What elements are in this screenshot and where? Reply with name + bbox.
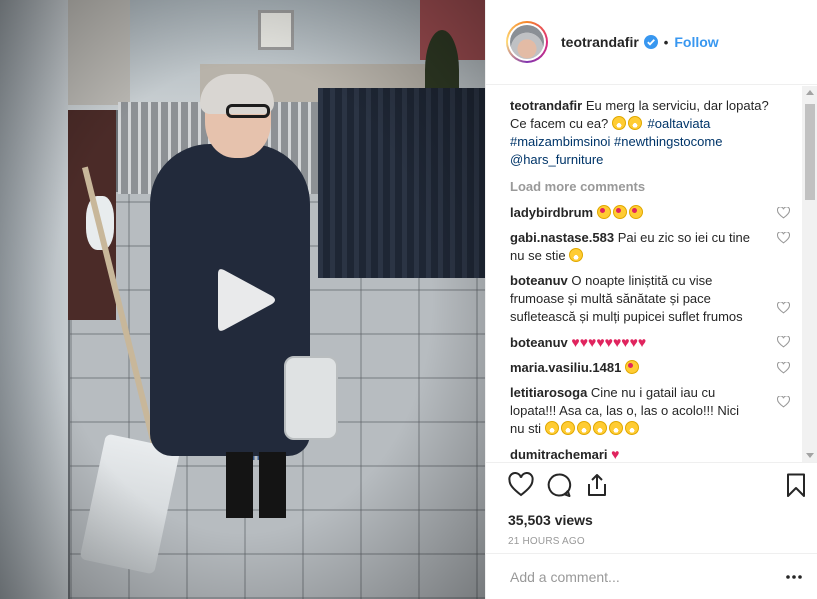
post-header: teotrandafir • Follow bbox=[486, 0, 817, 85]
laughing-emoji-icon bbox=[560, 421, 575, 435]
red-heart-emoji-icon: ♥ bbox=[611, 446, 620, 462]
laughing-emoji-icon bbox=[611, 116, 626, 130]
laughing-emoji-icon bbox=[576, 421, 591, 435]
laughing-emoji-icon bbox=[592, 421, 607, 435]
like-heart-icon[interactable] bbox=[777, 362, 790, 374]
like-heart-icon[interactable] bbox=[777, 207, 790, 219]
play-icon[interactable] bbox=[214, 264, 278, 336]
comment-username[interactable]: boteanuv bbox=[510, 273, 568, 288]
comment-username[interactable]: letitiarosoga bbox=[510, 385, 587, 400]
comment-bubble-icon[interactable] bbox=[546, 472, 572, 498]
verified-badge-icon bbox=[643, 35, 658, 49]
hashtag-link[interactable]: #newthingstocome bbox=[614, 134, 722, 149]
follow-button[interactable]: Follow bbox=[674, 34, 718, 50]
header-username[interactable]: teotrandafir bbox=[561, 34, 639, 50]
kiss-emoji-icon bbox=[596, 205, 611, 219]
comment-username[interactable]: maria.vasiliu.1481 bbox=[510, 360, 621, 375]
post-side-panel: teotrandafir • Follow teotrandafir Eu me… bbox=[485, 0, 817, 599]
comment-row: ladybirdbrum bbox=[510, 200, 802, 225]
post-video[interactable] bbox=[0, 0, 485, 599]
view-count[interactable]: 35,503 views bbox=[508, 512, 817, 528]
laughing-emoji-icon bbox=[544, 421, 559, 435]
like-heart-icon[interactable] bbox=[777, 232, 790, 244]
like-heart-icon[interactable] bbox=[777, 396, 790, 408]
kiss-emoji-icon bbox=[624, 360, 639, 374]
comment-username[interactable]: ladybirdbrum bbox=[510, 205, 593, 220]
comments-list[interactable]: teotrandafir Eu merg la serviciu, dar lo… bbox=[486, 86, 802, 462]
share-icon[interactable] bbox=[584, 472, 610, 498]
like-heart-icon[interactable] bbox=[777, 302, 790, 314]
caption-username[interactable]: teotrandafir bbox=[510, 98, 582, 113]
comment-row: letitiarosoga Cine nu i gatail iau cu lo… bbox=[510, 380, 802, 441]
comment-row: maria.vasiliu.1481 bbox=[510, 355, 802, 380]
add-comment-bar bbox=[486, 553, 817, 599]
hashtag-link[interactable]: #oaltaviata bbox=[648, 116, 711, 131]
scroll-down-arrow-icon[interactable] bbox=[806, 453, 814, 458]
comments-scrollbar[interactable] bbox=[802, 86, 817, 462]
scrollbar-thumb[interactable] bbox=[805, 104, 815, 200]
like-heart-icon[interactable] bbox=[777, 336, 790, 348]
comment-username[interactable]: dumitrachemari bbox=[510, 447, 608, 462]
post-timestamp[interactable]: 21 HOURS AGO bbox=[508, 536, 817, 547]
like-heart-icon[interactable] bbox=[508, 472, 534, 498]
caption: teotrandafir Eu merg la serviciu, dar lo… bbox=[510, 97, 802, 169]
comment-row: boteanuv O noapte liniștită cu vise frum… bbox=[510, 268, 802, 329]
post-actions: 35,503 views 21 HOURS AGO bbox=[486, 462, 817, 547]
kiss-emoji-icon bbox=[628, 205, 643, 219]
comment-row: dumitrachemari ♥ bbox=[510, 441, 802, 462]
laughing-emoji-icon bbox=[608, 421, 623, 435]
red-heart-emoji-icon: ♥♥♥♥♥♥♥♥♥ bbox=[571, 334, 647, 350]
laughing-emoji-icon bbox=[569, 248, 584, 262]
comment-row: gabi.nastase.583 Pai eu zic so iei cu ti… bbox=[510, 225, 802, 268]
instagram-post: teotrandafir • Follow teotrandafir Eu me… bbox=[0, 0, 817, 599]
avatar[interactable] bbox=[506, 21, 548, 63]
comment-username[interactable]: boteanuv bbox=[510, 335, 568, 350]
separator-dot: • bbox=[663, 34, 669, 50]
laughing-emoji-icon bbox=[627, 116, 642, 130]
mention-link[interactable]: @hars_furniture bbox=[510, 152, 603, 167]
scroll-up-arrow-icon[interactable] bbox=[806, 90, 814, 95]
comment-input[interactable] bbox=[510, 568, 786, 585]
hashtag-link[interactable]: #maizambimsinoi bbox=[510, 134, 610, 149]
kiss-emoji-icon bbox=[612, 205, 627, 219]
load-more-comments[interactable]: Load more comments bbox=[510, 178, 802, 196]
more-options-icon[interactable] bbox=[786, 574, 802, 579]
bookmark-icon[interactable] bbox=[783, 472, 809, 498]
comment-row: boteanuv ♥♥♥♥♥♥♥♥♥ bbox=[510, 329, 802, 355]
comment-username[interactable]: gabi.nastase.583 bbox=[510, 230, 614, 245]
laughing-emoji-icon bbox=[624, 421, 639, 435]
